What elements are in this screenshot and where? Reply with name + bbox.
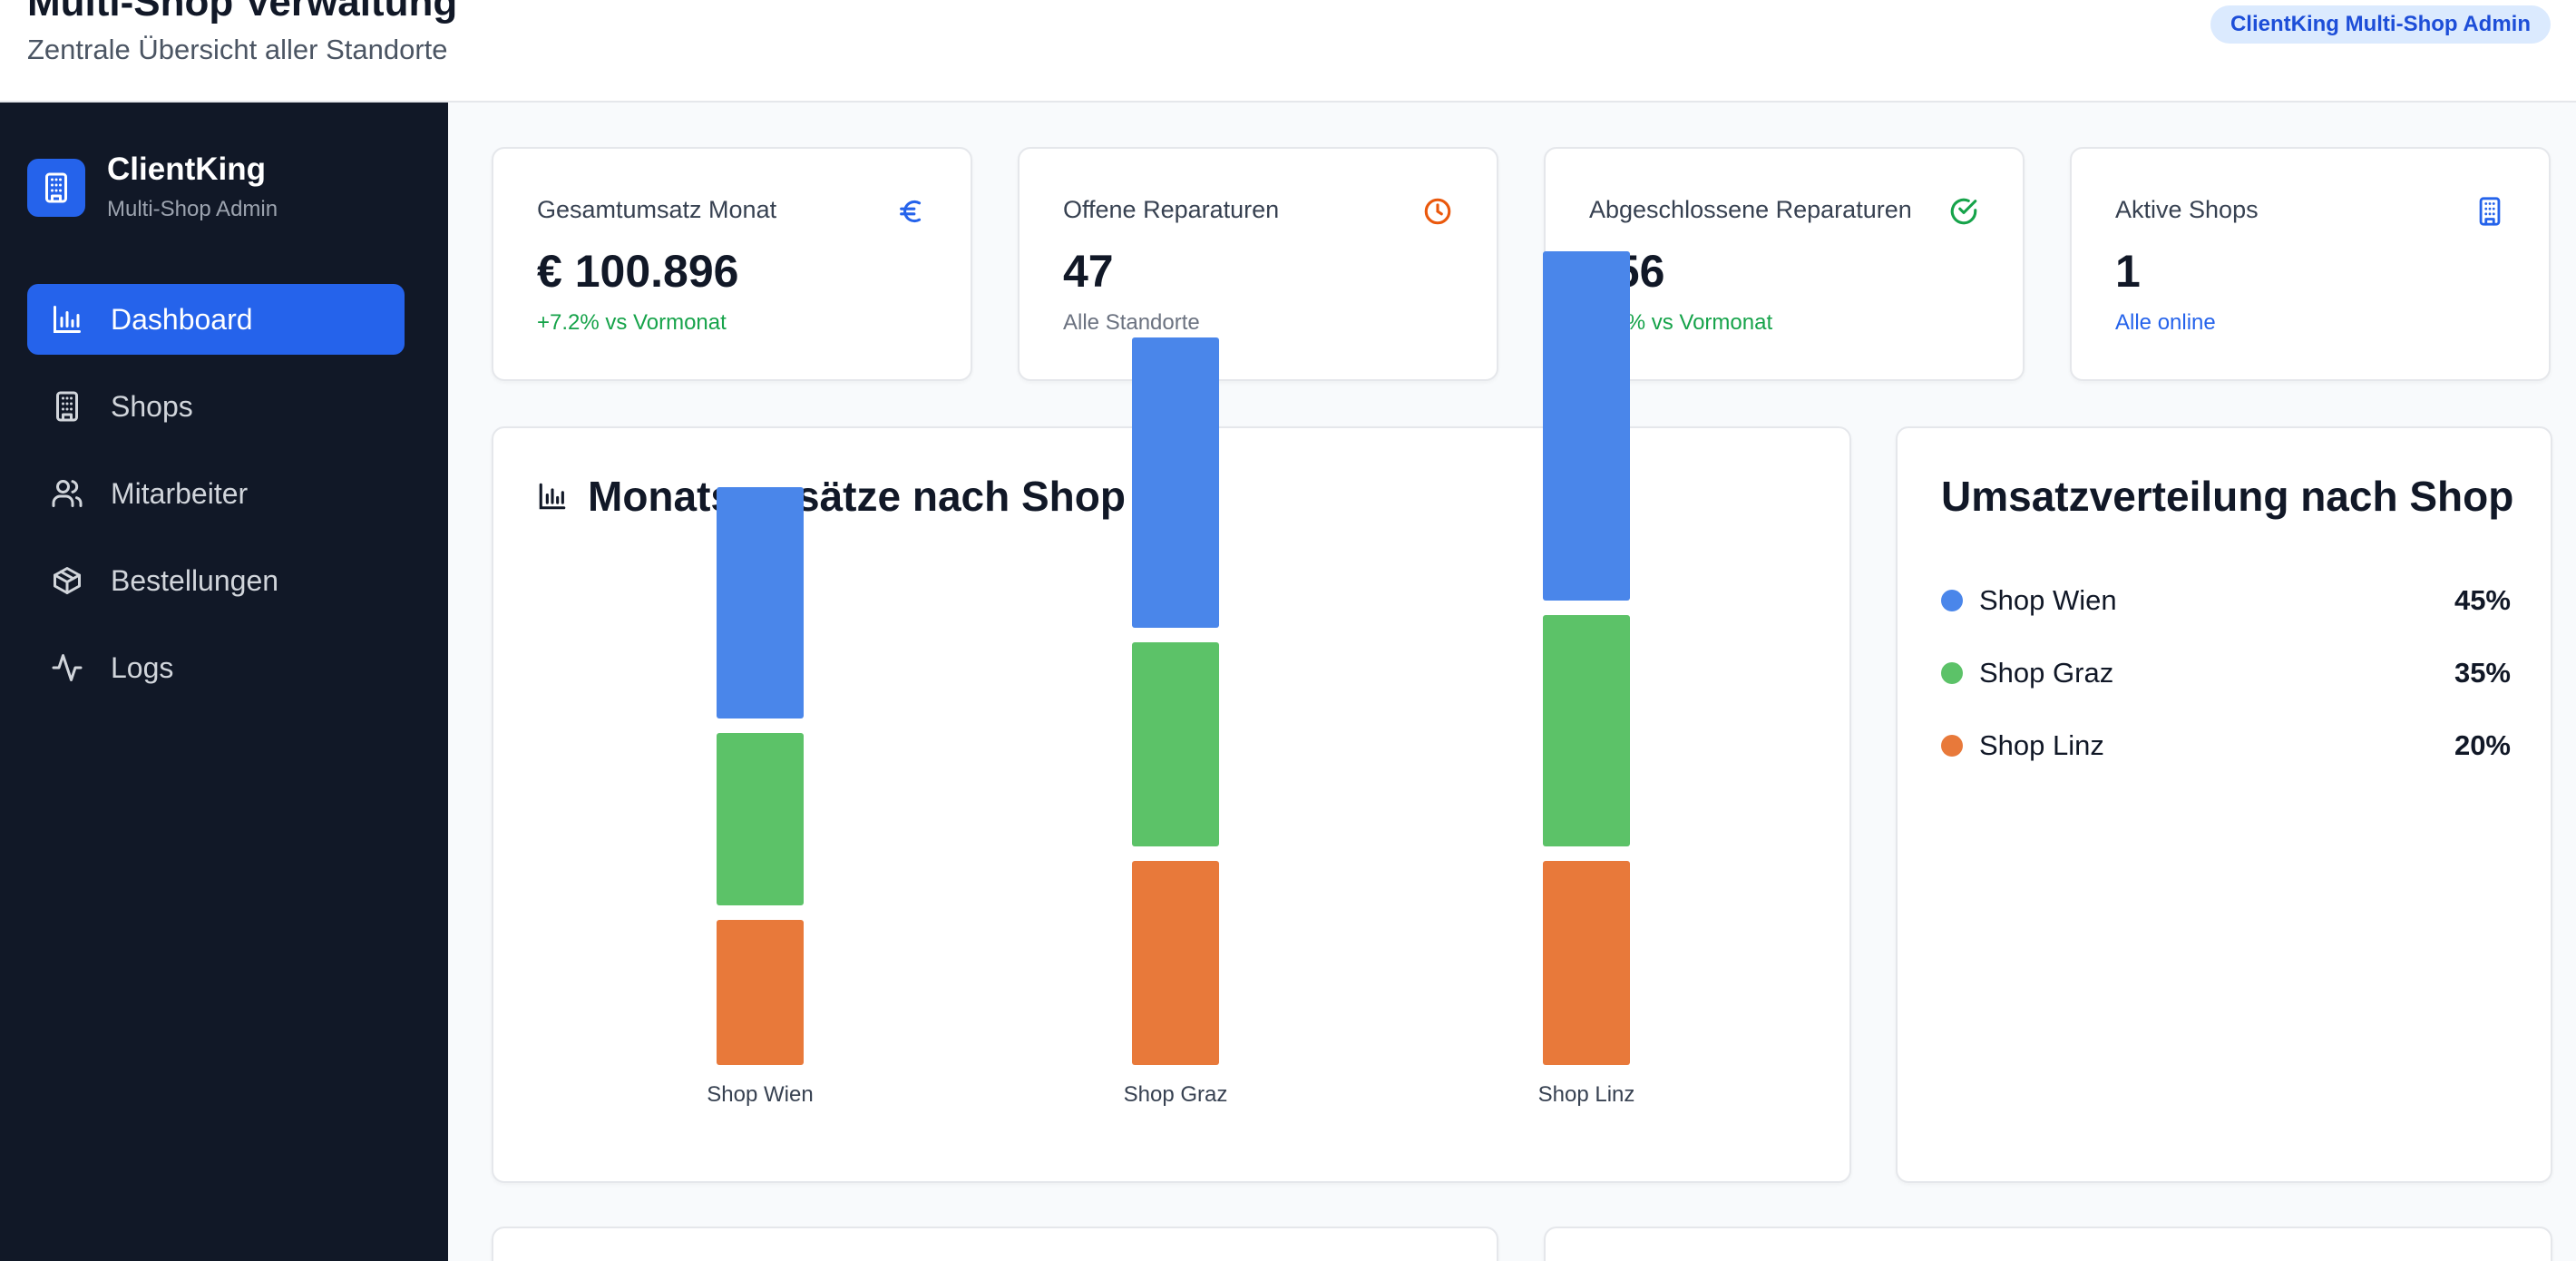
legend-dot <box>1941 662 1963 684</box>
bar-segment <box>717 733 804 905</box>
legend-dot <box>1941 590 1963 611</box>
list-item: Shop Wien 45% <box>1941 564 2511 637</box>
shop-percent: 35% <box>2454 657 2511 689</box>
legend-dot <box>1941 735 1963 757</box>
bar-segment <box>717 920 804 1065</box>
lower-card-left <box>492 1227 1498 1261</box>
shop-name: Shop Linz <box>1979 729 2104 761</box>
shop-percent: 45% <box>2454 584 2511 616</box>
x-tick-label: Shop Linz <box>1538 1082 1635 1107</box>
distribution-title: Umsatzverteilung nach Shop <box>1941 473 2514 520</box>
bar-segment <box>1132 861 1219 1065</box>
shop-name: Shop Wien <box>1979 584 2117 616</box>
lower-card-right <box>1544 1227 2552 1261</box>
distribution-list: Shop Wien 45% Shop Graz 35% Shop Linz 20… <box>1941 564 2511 782</box>
list-item: Shop Graz 35% <box>1941 637 2511 709</box>
bar-segment <box>1543 251 1630 601</box>
shop-name: Shop Graz <box>1979 657 2114 689</box>
bar-segment <box>1132 337 1219 628</box>
list-item: Shop Linz 20% <box>1941 709 2511 782</box>
bar-segment <box>717 487 804 718</box>
x-tick-label: Shop Graz <box>1124 1082 1228 1107</box>
bar-segment <box>1132 642 1219 846</box>
x-tick-label: Shop Wien <box>707 1082 813 1107</box>
bar-segment <box>1543 615 1630 846</box>
bar-segment <box>1543 861 1630 1065</box>
distribution-card: Umsatzverteilung nach Shop Shop Wien 45%… <box>1896 426 2552 1183</box>
shop-percent: 20% <box>2454 729 2511 761</box>
